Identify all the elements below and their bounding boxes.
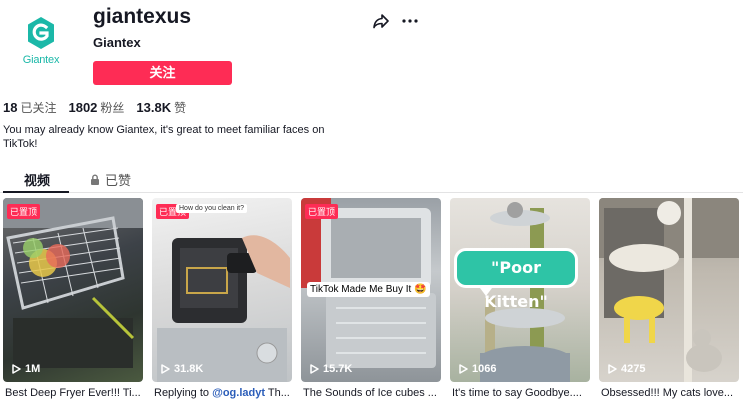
logo-text: Giantex	[22, 54, 60, 66]
play-icon	[12, 364, 21, 374]
video-card[interactable]: "Poor Kitten" 1066	[450, 198, 590, 382]
profile-stats: 18 已关注 1802 粉丝 13.8K 赞	[3, 99, 186, 116]
play-icon	[608, 364, 617, 374]
play-icon	[459, 364, 468, 374]
play-icon	[310, 364, 319, 374]
giantex-logo-icon	[28, 17, 54, 49]
following-count: 18	[3, 100, 18, 115]
view-count: 15.7K	[309, 363, 352, 375]
following-stat[interactable]: 18 已关注	[3, 99, 56, 116]
caption-prefix: Replying to	[154, 387, 213, 399]
view-count-value: 31.8K	[174, 363, 204, 375]
tab-liked-label: 已赞	[105, 173, 132, 188]
bubble-tail	[480, 288, 492, 296]
pinned-badge: 已置顶	[305, 204, 339, 219]
likes-stat: 13.8K 赞	[136, 99, 186, 116]
followers-label: 粉丝	[100, 101, 125, 115]
more-icon[interactable]	[401, 12, 419, 30]
comment-note: How do you clean it?	[176, 204, 247, 213]
view-count: 1M	[11, 363, 40, 375]
pinned-badge: 已置顶	[7, 204, 41, 219]
video-card[interactable]: 已置顶 How do you clean it? 31.8K	[152, 198, 292, 382]
video-caption[interactable]: The Sounds of Ice cubes ...	[303, 387, 443, 399]
likes-count: 13.8K	[136, 100, 172, 115]
video-bubble-text: "Poor Kitten"	[454, 248, 578, 311]
video-thumbnail	[599, 198, 739, 382]
video-caption[interactable]: Obsessed!!! My cats love...	[601, 387, 741, 399]
view-count: 4275	[607, 363, 645, 375]
tab-liked[interactable]: 已赞	[90, 170, 131, 189]
video-grid: 已置顶 1M Best Deep Fryer Ever!!! Ti... 已置顶…	[3, 198, 743, 409]
caption-mention[interactable]: @og.ladyt	[212, 387, 265, 399]
view-count-value: 4275	[621, 363, 646, 375]
profile-bio: You may already know Giantex, it's great…	[3, 124, 325, 150]
video-card[interactable]: 4275	[599, 198, 739, 382]
video-card[interactable]: 已置顶 1M	[3, 198, 143, 382]
followers-count: 1802	[68, 100, 98, 115]
followers-stat[interactable]: 1802 粉丝	[68, 99, 124, 116]
play-icon	[161, 364, 170, 374]
video-overlay-text: TikTok Made Me Buy It 🤩	[307, 282, 430, 297]
caption-suffix: Th...	[265, 387, 290, 399]
view-count-value: 1M	[25, 363, 41, 375]
share-icon[interactable]	[372, 12, 390, 30]
nickname: Giantex	[93, 35, 141, 50]
avatar[interactable]: Giantex	[14, 16, 68, 70]
video-caption[interactable]: Replying to @og.ladyt Th...	[154, 387, 294, 399]
video-thumbnail	[157, 235, 290, 382]
video-thumbnail	[3, 198, 143, 368]
video-card[interactable]: 已置顶 TikTok Made Me Buy It 🤩 15.7K	[301, 198, 441, 382]
tab-active-indicator	[3, 191, 69, 193]
profile-tabs: 视频 已赞	[0, 165, 743, 193]
video-caption[interactable]: It's time to say Goodbye....	[452, 387, 592, 399]
lock-icon	[91, 174, 99, 185]
follow-button[interactable]: 关注	[93, 61, 232, 85]
view-count-value: 15.7K	[323, 363, 353, 375]
view-count: 1066	[458, 363, 496, 375]
likes-label: 赞	[174, 101, 187, 115]
following-label: 已关注	[20, 101, 57, 115]
view-count: 31.8K	[160, 363, 203, 375]
username: giantexus	[93, 5, 192, 28]
view-count-value: 1066	[472, 363, 497, 375]
tab-videos[interactable]: 视频	[24, 170, 50, 189]
video-caption[interactable]: Best Deep Fryer Ever!!! Ti...	[5, 387, 145, 399]
